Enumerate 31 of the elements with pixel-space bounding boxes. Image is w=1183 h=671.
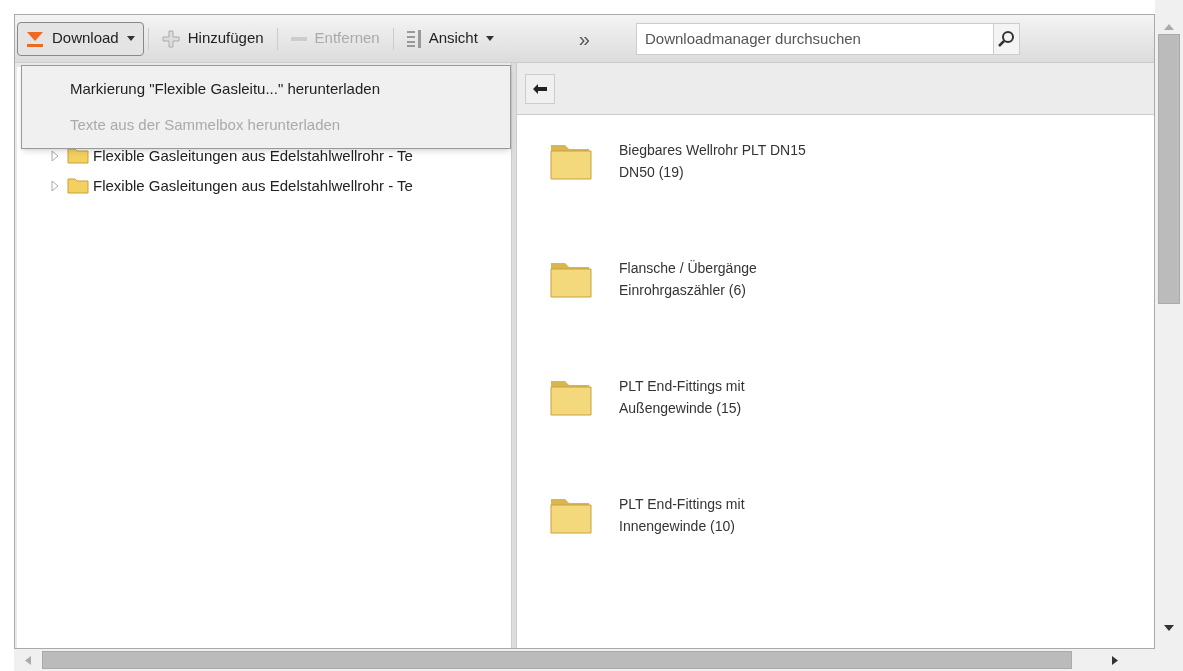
plus-icon: [161, 29, 180, 48]
expander-icon[interactable]: [51, 181, 59, 191]
scroll-left-icon[interactable]: [25, 655, 31, 665]
tree-item[interactable]: Flexible Gasleitungen aus Edelstahlwellrohr - Te: [17, 147, 511, 165]
scroll-up-icon[interactable]: [1164, 24, 1174, 30]
folder-label[interactable]: PLT End-Fittings mit Innengewinde (10): [619, 493, 745, 537]
toolbar-button[interactable]: Ansicht: [397, 21, 503, 56]
scrollbar-thumb[interactable]: [1158, 34, 1180, 304]
tree-label: Flexible Gasleitungen aus Edelstahlwellrohr - Te: [93, 147, 413, 165]
tree-label: Flexible Gasleitungen aus Edelstahlwellrohr - Te: [93, 177, 413, 195]
back-button[interactable]: [525, 73, 555, 104]
tree-item[interactable]: Flexible Gasleitungen aus Edelstahlwellrohr - Te: [17, 177, 511, 195]
toolbar-button[interactable]: Download: [17, 21, 144, 56]
scroll-right-icon[interactable]: [1112, 655, 1118, 665]
download-icon: [26, 30, 44, 47]
search-icon: [996, 28, 1017, 49]
minus-icon: [290, 36, 307, 41]
expander-icon[interactable]: [51, 151, 59, 161]
overflow-button[interactable]: »: [570, 23, 598, 54]
left-arrow-icon: [533, 83, 547, 94]
search-field[interactable]: Downloadmanager durchsuchen: [636, 22, 994, 55]
list-view-icon: [406, 29, 421, 48]
folder-icon: [67, 178, 89, 194]
folder-label[interactable]: PLT End-Fittings mit Außengewinde (15): [619, 375, 745, 419]
search-button[interactable]: [994, 22, 1020, 55]
scroll-down-icon[interactable]: [1164, 625, 1174, 631]
toolbar-button[interactable]: Hinzufügen: [152, 21, 273, 56]
folder-label[interactable]: Flansche / Übergänge Einrohrgaszähler (6): [619, 257, 757, 301]
folder-label[interactable]: Biegbares Wellrohr PLT DN15 DN50 (19): [619, 139, 806, 183]
menu-item[interactable]: Markierung "Flexible Gasleitu..." herunterladen: [70, 77, 510, 100]
scrollbar-thumb[interactable]: [42, 651, 1072, 669]
